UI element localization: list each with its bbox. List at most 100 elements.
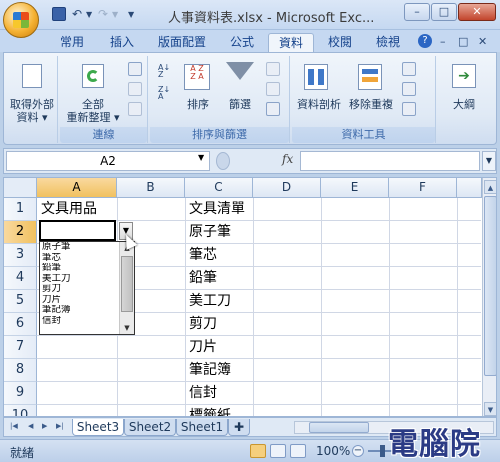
sheet-tab-sheet1[interactable]: Sheet1 [176,419,228,436]
insert-sheet-icon[interactable]: ✚ [228,419,250,436]
ribbon-restore-icon[interactable]: □ [458,35,468,48]
cell-c5[interactable]: 美工刀 [186,290,231,313]
consolidate-icon[interactable] [402,82,416,96]
ribbon-minimize-icon[interactable]: – [440,35,446,48]
minimize-button[interactable]: – [404,3,430,21]
remove-duplicates-button[interactable]: 移除重複 [346,98,396,111]
scroll-down-icon[interactable]: ▼ [120,322,134,334]
cell-c4[interactable]: 鉛筆 [186,267,217,290]
qat-customize-icon[interactable]: ▼ [128,10,134,26]
vertical-scroll-thumb[interactable] [484,196,496,376]
active-cell-a2[interactable] [39,220,116,241]
cell-c8[interactable]: 筆記簿 [186,359,231,382]
cell-c1[interactable]: 文具清單 [186,198,245,221]
cell-a1[interactable]: 文具用品 [38,198,97,221]
close-button[interactable]: ✕ [458,3,496,21]
maximize-button[interactable]: □ [431,3,457,21]
tab-formulas[interactable]: 公式 [220,33,264,52]
cell-c6[interactable]: 剪刀 [186,313,217,336]
list-item[interactable]: 信封 [40,316,118,327]
row-header-7[interactable]: 7 [4,336,37,359]
column-header-e[interactable]: E [321,178,389,198]
column-header-a[interactable]: A [37,178,117,198]
list-item[interactable]: 筆芯 [40,253,118,264]
help-icon[interactable]: ? [418,34,432,48]
redo-icon[interactable]: ↷ [98,7,108,23]
row-header-1[interactable]: 1 [4,198,37,221]
redo-dropdown-icon[interactable]: ▼ [112,10,118,26]
worksheet-grid[interactable]: A B C D E F 1 2 3 4 5 6 7 8 9 10 11 文具用品… [3,177,497,417]
sheet-tab-sheet2[interactable]: Sheet2 [124,419,176,436]
page-layout-view-icon[interactable] [270,444,286,458]
ribbon-close-icon[interactable]: ✕ [478,35,487,48]
scroll-up-icon[interactable]: ▲ [484,180,496,194]
column-header-d[interactable]: D [253,178,321,198]
row-header-4[interactable]: 4 [4,267,37,290]
column-header-f[interactable]: F [389,178,457,198]
column-header-c[interactable]: C [185,178,253,198]
connections-icon[interactable] [128,62,142,76]
sort-descending-icon[interactable]: Z↓ A [158,86,172,101]
name-box[interactable]: A2 [6,151,210,171]
data-validation-icon[interactable] [402,62,416,76]
cell-c2[interactable]: 原子筆 [186,221,231,244]
sheet-tab-sheet3[interactable]: Sheet3 [72,419,124,436]
validation-dropdown-list[interactable]: 原子筆 筆芯 鉛筆 美工刀 剪刀 刀片 筆記簿 信封 ▲ ▼ [39,241,135,335]
expand-formula-bar-icon[interactable]: ▼ [482,151,496,171]
office-button[interactable] [3,2,39,38]
row-header-10[interactable]: 10 [4,405,37,416]
row-header-3[interactable]: 3 [4,244,37,267]
row-header-5[interactable]: 5 [4,290,37,313]
scroll-down-icon[interactable]: ▼ [484,402,496,416]
formula-bar-splitter[interactable] [216,152,230,170]
zoom-out-icon[interactable]: − [352,445,364,457]
prev-sheet-icon[interactable]: ◀ [28,422,33,430]
row-header-9[interactable]: 9 [4,382,37,405]
list-item[interactable]: 筆記簿 [40,305,118,316]
first-sheet-icon[interactable]: |◀ [10,422,18,430]
zoom-level[interactable]: 100% [316,444,350,458]
advanced-filter-icon[interactable] [266,102,280,116]
tab-data[interactable]: 資料 [268,33,314,52]
cell-c3[interactable]: 筆芯 [186,244,217,267]
sort-ascending-icon[interactable]: A↓ Z [158,64,172,79]
undo-dropdown-icon[interactable]: ▼ [86,10,92,26]
list-item[interactable]: 刀片 [40,295,118,306]
tab-insert[interactable]: 插入 [100,33,144,52]
normal-view-icon[interactable] [250,444,266,458]
tab-view[interactable]: 檢視 [366,33,410,52]
next-sheet-icon[interactable]: ▶ [42,422,47,430]
tab-review[interactable]: 校閱 [318,33,362,52]
undo-icon[interactable]: ↶ [72,7,82,23]
sort-button[interactable]: 排序 [180,98,216,111]
row-header-6[interactable]: 6 [4,313,37,336]
list-item[interactable]: 剪刀 [40,284,118,295]
list-item[interactable]: 原子筆 [40,242,118,253]
insert-function-icon[interactable]: fx [282,152,293,166]
zoom-slider-thumb[interactable] [380,445,385,457]
outline-button[interactable]: 大綱 [438,98,490,111]
properties-icon[interactable] [128,82,142,96]
last-sheet-icon[interactable]: ▶| [56,422,64,430]
column-header-b[interactable]: B [117,178,185,198]
edit-links-icon[interactable] [128,102,142,116]
cell-c9[interactable]: 信封 [186,382,217,405]
save-icon[interactable] [52,7,66,21]
list-item[interactable]: 美工刀 [40,274,118,285]
get-external-data-button[interactable]: 取得外部 資料 ▾ [6,98,58,124]
row-header-2[interactable]: 2 [4,221,37,244]
vertical-scrollbar[interactable]: ▲ ▼ [482,178,496,416]
cell-c7[interactable]: 刀片 [186,336,217,359]
what-if-icon[interactable] [402,102,416,116]
list-item[interactable]: 鉛筆 [40,263,118,274]
page-break-view-icon[interactable] [290,444,306,458]
reapply-icon[interactable] [266,82,280,96]
cell-c10[interactable]: 標籤紙 [186,405,231,416]
refresh-all-button[interactable]: 全部 重新整理 ▾ [60,98,126,124]
formula-input[interactable] [300,151,480,171]
filter-button[interactable]: 篩選 [222,98,258,111]
row-header-8[interactable]: 8 [4,359,37,382]
tab-home[interactable]: 常用 [50,33,94,52]
text-to-columns-button[interactable]: 資料剖析 [294,98,344,111]
clear-filter-icon[interactable] [266,62,280,76]
